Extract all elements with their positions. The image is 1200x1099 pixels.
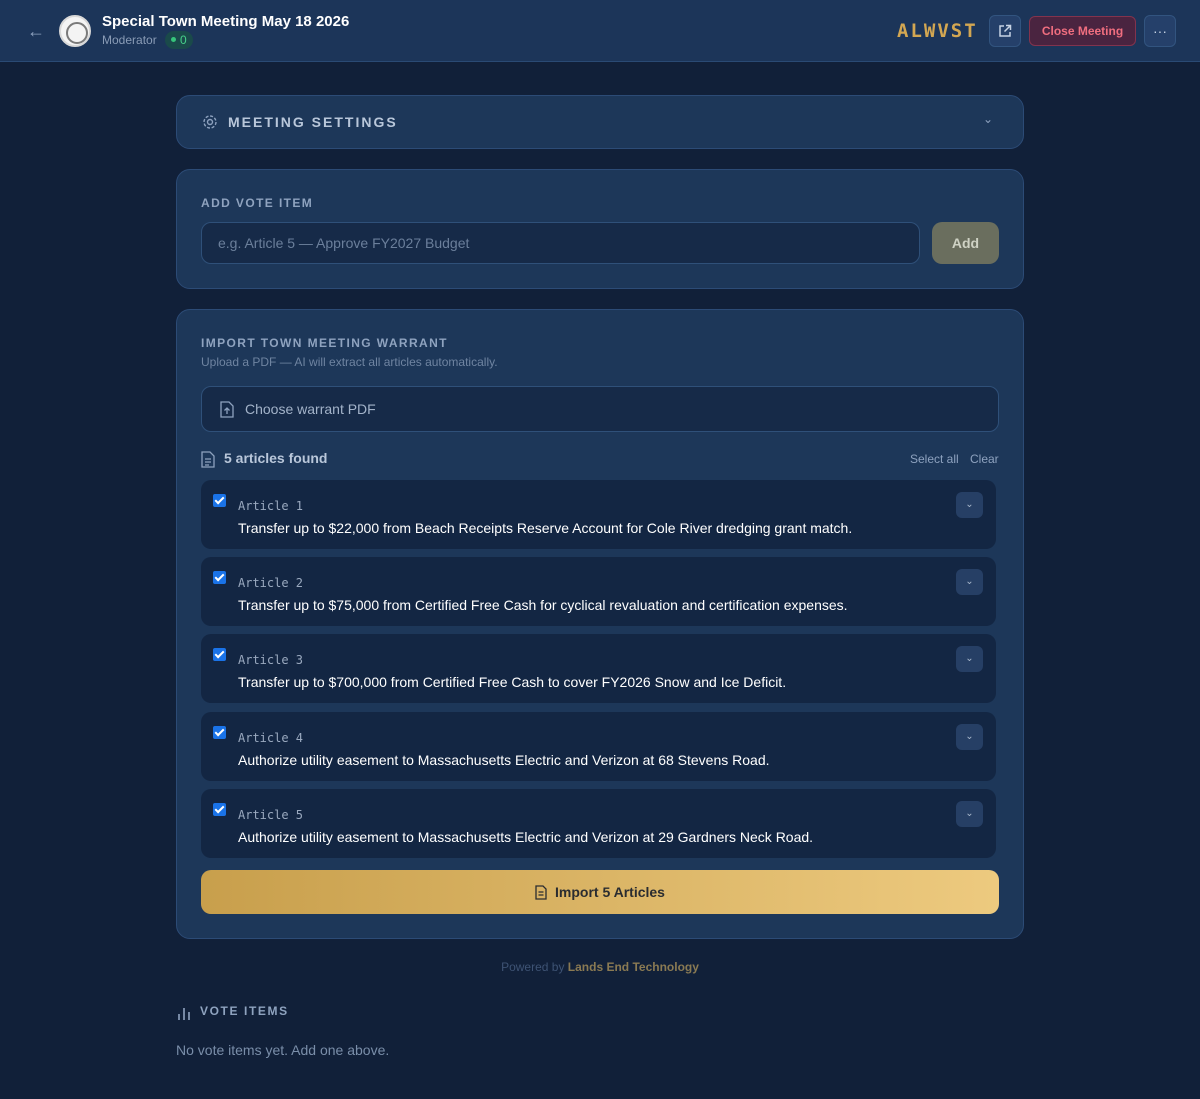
article-row: Article 4 Authorize utility easement to … [201, 712, 996, 781]
article-checkbox[interactable] [213, 726, 226, 739]
article-number: Article 1 [238, 499, 304, 513]
vote-items-empty-state: No vote items yet. Add one above. [176, 1042, 390, 1058]
add-vote-item-label: ADD VOTE ITEM [201, 196, 314, 210]
import-warrant-card: IMPORT TOWN MEETING WARRANT Upload a PDF… [176, 309, 1024, 939]
online-dot-icon [171, 37, 176, 43]
close-meeting-button[interactable]: Close Meeting [1029, 16, 1136, 46]
choose-warrant-pdf-button[interactable]: Choose warrant PDF [201, 386, 999, 432]
articles-found-label: 5 articles found [224, 450, 328, 466]
article-row: Article 5 Authorize utility easement to … [201, 789, 996, 858]
article-number: Article 4 [238, 731, 304, 745]
expand-chevron-icon[interactable]: ⌄ [956, 569, 983, 595]
article-number: Article 2 [238, 576, 304, 590]
article-row: Article 3 Transfer up to $700,000 from C… [201, 634, 996, 703]
document-icon [201, 451, 215, 468]
gear-icon [203, 115, 217, 129]
clear-link[interactable]: Clear [970, 452, 999, 466]
expand-chevron-icon[interactable]: ⌄ [956, 801, 983, 827]
powered-by-footer: Powered by Lands End Technology [0, 960, 1200, 974]
choose-file-label: Choose warrant PDF [245, 401, 376, 417]
external-link-icon [999, 24, 1012, 37]
import-button-label: Import 5 Articles [555, 884, 665, 900]
article-checkbox[interactable] [213, 648, 226, 661]
powered-by-prefix: Powered by [501, 960, 565, 974]
article-checkbox[interactable] [213, 803, 226, 816]
bar-chart-icon [178, 1008, 190, 1020]
expand-chevron-icon[interactable]: ⌄ [956, 492, 983, 518]
article-row: Article 1 Transfer up to $22,000 from Be… [201, 480, 996, 549]
article-description: Transfer up to $75,000 from Certified Fr… [238, 597, 848, 613]
document-icon [535, 885, 547, 900]
article-number: Article 3 [238, 653, 304, 667]
external-link-button[interactable] [989, 15, 1021, 47]
meeting-settings-panel[interactable]: MEETING SETTINGS ⌄ [176, 95, 1024, 149]
article-description: Authorize utility easement to Massachuse… [238, 829, 814, 845]
vote-item-input[interactable] [201, 222, 920, 264]
expand-chevron-icon[interactable]: ⌄ [956, 724, 983, 750]
article-description: Authorize utility easement to Massachuse… [238, 752, 770, 768]
chevron-down-icon[interactable]: ⌄ [983, 112, 993, 126]
article-description: Transfer up to $22,000 from Beach Receip… [238, 520, 853, 536]
article-checkbox[interactable] [213, 571, 226, 584]
vote-items-label: VOTE ITEMS [200, 1004, 289, 1018]
article-description: Transfer up to $700,000 from Certified F… [238, 674, 787, 690]
connected-count-badge: 0 [165, 31, 193, 49]
user-role: Moderator [102, 33, 157, 47]
import-warrant-title: IMPORT TOWN MEETING WARRANT [201, 336, 448, 350]
add-button[interactable]: Add [932, 222, 999, 264]
expand-chevron-icon[interactable]: ⌄ [956, 646, 983, 672]
meeting-title: Special Town Meeting May 18 2026 [102, 13, 350, 30]
article-checkbox[interactable] [213, 494, 226, 507]
add-vote-item-card: ADD VOTE ITEM Add [176, 169, 1024, 289]
settings-label: MEETING SETTINGS [228, 114, 398, 130]
connected-count: 0 [180, 33, 187, 47]
import-warrant-subtitle: Upload a PDF — AI will extract all artic… [201, 355, 498, 369]
article-row: Article 2 Transfer up to $75,000 from Ce… [201, 557, 996, 626]
back-arrow-icon[interactable]: ← [24, 20, 48, 42]
more-options-button[interactable]: ··· [1144, 15, 1176, 47]
company-link[interactable]: Lands End Technology [568, 960, 699, 974]
top-bar: ← Special Town Meeting May 18 2026 Moder… [0, 0, 1200, 62]
town-seal-logo [59, 15, 91, 47]
more-dots-icon: ··· [1153, 23, 1167, 39]
import-articles-button[interactable]: Import 5 Articles [201, 870, 999, 914]
article-number: Article 5 [238, 808, 304, 822]
file-upload-icon [220, 401, 234, 418]
brand-logo-text: ALWVST [897, 20, 978, 42]
select-all-link[interactable]: Select all [910, 452, 959, 466]
